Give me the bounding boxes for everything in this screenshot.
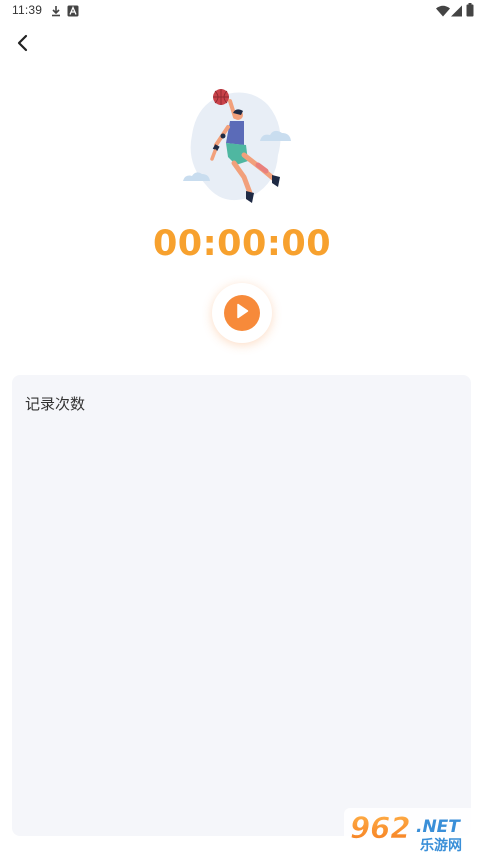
wifi-icon: [436, 4, 450, 22]
timer-display: 00:00:00: [152, 224, 332, 264]
watermark-cn: 乐游网: [420, 837, 462, 854]
site-watermark-logo: 962 .NET 乐游网: [344, 808, 478, 854]
record-panel: 记录次数: [12, 375, 471, 836]
basketball-player-illustration: [178, 85, 300, 210]
status-bar: 11:39: [0, 0, 484, 22]
signal-icon: [451, 4, 462, 22]
play-icon: [235, 303, 249, 324]
play-button-circle: [224, 295, 260, 331]
back-button[interactable]: [8, 30, 38, 60]
download-icon: [50, 4, 62, 22]
status-time: 11:39: [12, 3, 43, 17]
stopwatch-screen: 11:39 00:00:00 记录次数 962 .NET 乐游网: [0, 0, 484, 860]
battery-icon: [466, 3, 474, 22]
watermark-number: 962: [350, 811, 411, 845]
watermark-suffix: .NET: [416, 817, 461, 837]
a-badge-icon: [67, 4, 79, 22]
play-button[interactable]: [212, 283, 272, 343]
chevron-left-icon: [16, 34, 30, 57]
record-title: 记录次数: [25, 396, 86, 413]
